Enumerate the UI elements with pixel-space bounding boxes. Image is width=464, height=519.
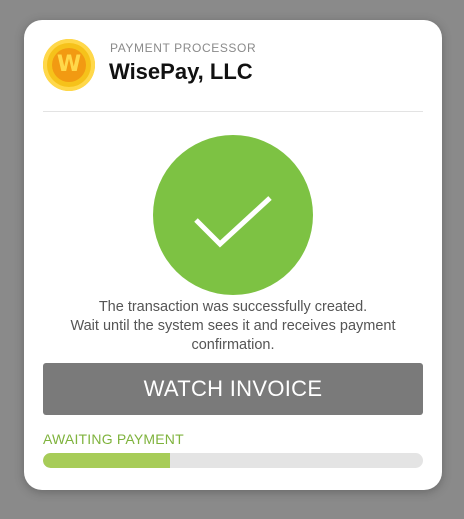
status-message: The transaction was successfully created… bbox=[43, 298, 423, 355]
watch-invoice-button[interactable]: WATCH INVOICE bbox=[43, 363, 423, 415]
message-line-2: Wait until the system sees it and receiv… bbox=[70, 318, 396, 334]
payment-card: W PAYMENT PROCESSOR WisePay, LLC The tra… bbox=[24, 20, 442, 490]
message-line-1: The transaction was successfully created… bbox=[98, 299, 368, 315]
payment-progress-bar bbox=[43, 453, 423, 468]
provider-logo: W bbox=[43, 39, 95, 91]
provider-kicker: PAYMENT PROCESSOR bbox=[110, 41, 257, 55]
checkmark-icon bbox=[194, 196, 272, 248]
message-line-3: confirmation. bbox=[191, 337, 275, 353]
success-checkmark-icon bbox=[153, 135, 313, 295]
payment-progress-fill bbox=[43, 453, 171, 468]
payment-status-label: AWAITING PAYMENT bbox=[43, 431, 184, 447]
header: W PAYMENT PROCESSOR WisePay, LLC bbox=[43, 39, 423, 112]
provider-name: WisePay, LLC bbox=[109, 59, 253, 84]
logo-letter: W bbox=[52, 48, 86, 82]
